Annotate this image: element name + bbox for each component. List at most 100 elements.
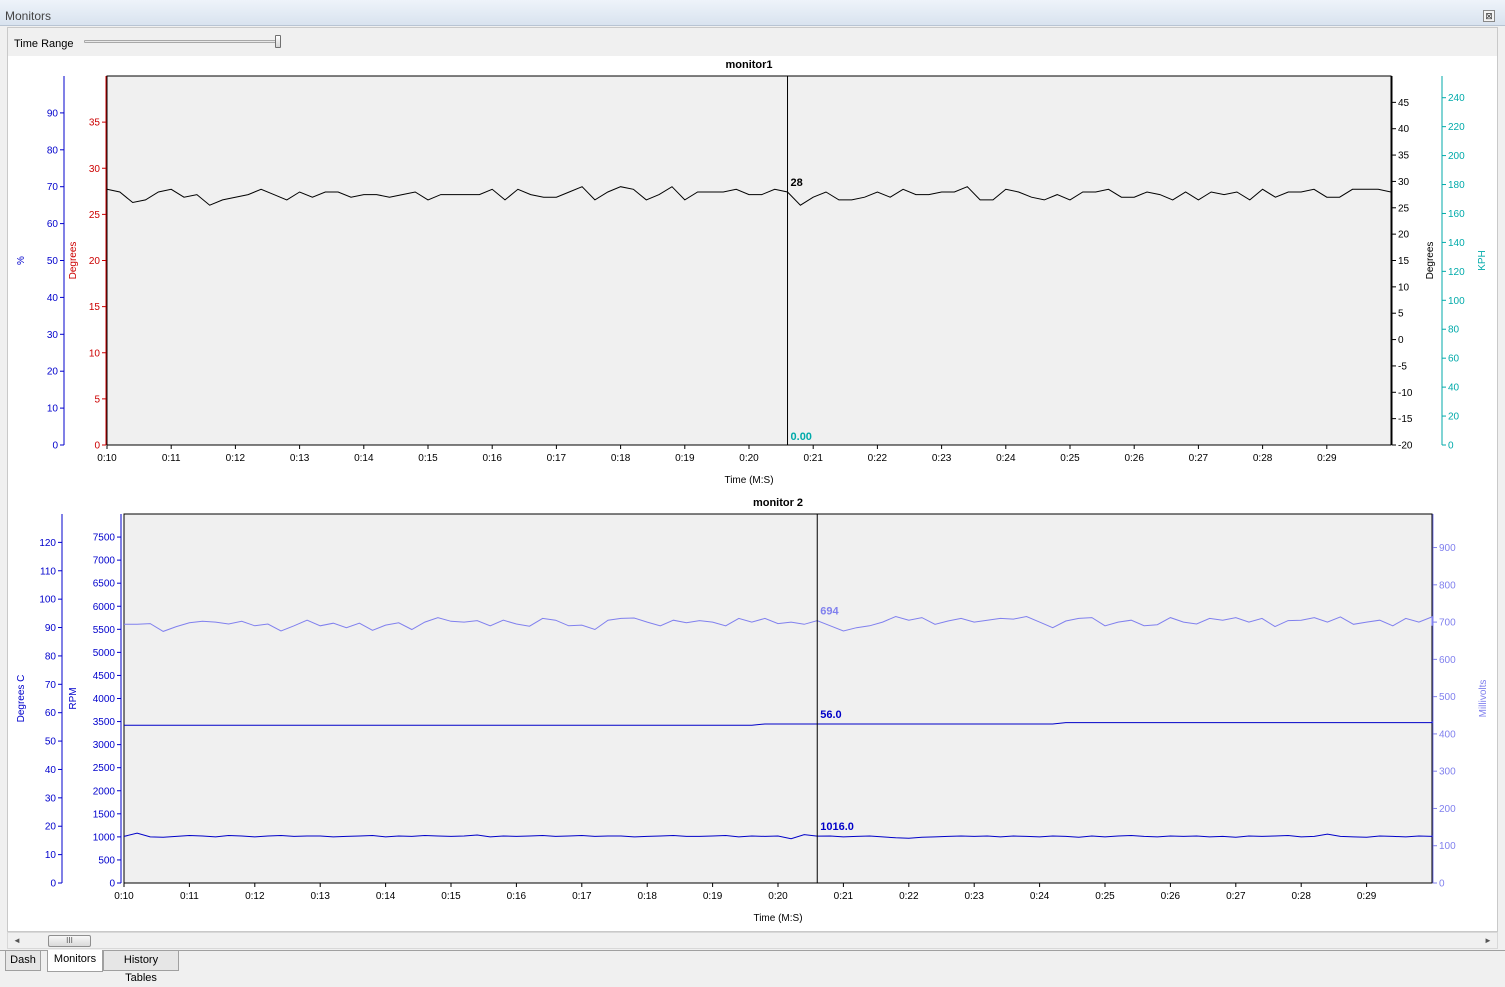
y-tick-label: 30 [47, 330, 59, 341]
x-tick-label: 0:17 [547, 453, 567, 464]
chart-title: monitor1 [725, 59, 772, 71]
bottom-tab-bar: Dash Monitors History Tables [0, 950, 1505, 984]
x-tick-label: 0:26 [1161, 891, 1181, 902]
y-tick-label: 10 [89, 348, 101, 359]
x-tick-label: 0:10 [97, 453, 117, 464]
y-tick-label: 7000 [93, 556, 116, 567]
x-tick-label: 0:21 [803, 453, 823, 464]
scroll-left-arrow-icon[interactable]: ◄ [11, 935, 23, 947]
cursor-value-label: 1016.0 [820, 821, 854, 833]
y-tick-label: 70 [45, 680, 57, 691]
x-axis-label: Time (M:S) [724, 475, 773, 486]
y-tick-label: 40 [47, 293, 59, 304]
y-tick-label: 0 [109, 879, 115, 890]
x-tick-label: 0:19 [675, 453, 695, 464]
y-tick-label: -15 [1398, 414, 1413, 425]
x-tick-label: 0:24 [996, 453, 1016, 464]
y-tick-label: 3500 [93, 717, 116, 728]
y-tick-label: 10 [1398, 282, 1410, 293]
window-title: Monitors [5, 9, 52, 23]
x-tick-label: 0:18 [637, 891, 657, 902]
y-tick-label: 5 [94, 394, 100, 405]
y-tick-label: 120 [1448, 267, 1465, 278]
y-tick-label: 30 [89, 164, 101, 175]
y-tick-label: 70 [47, 182, 59, 193]
y-tick-label: 5 [1398, 309, 1404, 320]
close-icon[interactable]: ⊠ [1483, 10, 1495, 22]
y-tick-label: 3000 [93, 740, 116, 751]
x-tick-label: 0:23 [932, 453, 952, 464]
y-tick-label: 40 [1448, 383, 1460, 394]
y-tick-label: 100 [1439, 841, 1456, 852]
y-tick-label: 140 [1448, 238, 1465, 249]
y-tick-label: 110 [40, 566, 56, 577]
y-tick-label: 2500 [93, 763, 116, 774]
x-tick-label: 0:20 [768, 891, 788, 902]
y-tick-label: 40 [1398, 124, 1410, 135]
x-tick-label: 0:13 [310, 891, 330, 902]
y-tick-label: -20 [1398, 441, 1413, 452]
y-tick-label: 700 [1439, 618, 1456, 629]
y-tick-label: 90 [47, 108, 59, 119]
x-tick-label: 0:15 [418, 453, 438, 464]
y-axis-label: % [16, 256, 27, 265]
y-tick-label: 40 [45, 765, 57, 776]
y-tick-label: 220 [1448, 122, 1465, 133]
y-tick-label: 10 [45, 850, 57, 861]
y-tick-label: 240 [1448, 93, 1465, 104]
plot-area [106, 75, 1392, 446]
y-tick-label: 900 [1439, 543, 1456, 554]
y-tick-label: 20 [1448, 412, 1460, 423]
x-axis-label: Time (M:S) [753, 913, 802, 924]
scroll-right-arrow-icon[interactable]: ► [1482, 935, 1494, 947]
scrollbar-thumb[interactable]: III [48, 935, 91, 947]
x-tick-label: 0:25 [1060, 453, 1080, 464]
y-tick-label: 0 [1448, 441, 1454, 452]
y-tick-label: 15 [89, 302, 101, 313]
y-tick-label: -5 [1398, 361, 1407, 372]
y-axis-label: Millivolts [1478, 680, 1489, 718]
y-tick-label: 0 [1439, 879, 1445, 890]
y-tick-label: 4000 [93, 694, 116, 705]
y-tick-label: 35 [1398, 151, 1410, 162]
y-axis-label: Degrees [68, 242, 79, 280]
y-tick-label: 0 [52, 441, 58, 452]
x-tick-label: 0:13 [290, 453, 310, 464]
y-tick-label: 180 [1448, 180, 1465, 191]
y-tick-label: 35 [89, 118, 101, 129]
x-tick-label: 0:28 [1253, 453, 1273, 464]
x-tick-label: 0:16 [507, 891, 527, 902]
x-tick-label: 0:25 [1095, 891, 1115, 902]
x-tick-label: 0:26 [1124, 453, 1144, 464]
y-tick-label: 300 [1439, 767, 1456, 778]
y-tick-label: 0 [94, 441, 100, 452]
y-tick-label: 120 [39, 538, 56, 549]
horizontal-scrollbar[interactable]: ◄ III ► [7, 932, 1498, 949]
x-tick-label: 0:16 [482, 453, 502, 464]
x-tick-label: 0:11 [180, 891, 199, 902]
tab-monitors[interactable]: Monitors [47, 950, 103, 972]
y-tick-label: 60 [45, 708, 57, 719]
y-tick-label: 200 [1439, 804, 1456, 815]
x-tick-label: 0:20 [739, 453, 759, 464]
monitor-charts: monitor1 0:10 0:11 0:12 0:13 0:14 0:15 0:16 0:17… [16, 59, 1489, 924]
y-tick-label: 80 [47, 145, 59, 156]
chart-title: monitor 2 [753, 497, 803, 509]
x-tick-label: 0:15 [441, 891, 461, 902]
y-tick-label: 10 [47, 404, 59, 415]
tab-history-tables[interactable]: History Tables [103, 951, 179, 984]
y-tick-label: 2000 [93, 786, 116, 797]
y-tick-label: 5000 [93, 648, 116, 659]
y-tick-label: 80 [45, 651, 57, 662]
y-tick-label: 25 [1398, 203, 1410, 214]
tab-dash[interactable]: Dash [5, 951, 41, 971]
y-tick-label: 1000 [93, 832, 116, 843]
y-tick-label: 0 [1398, 335, 1404, 346]
x-tick-label: 0:22 [868, 453, 888, 464]
y-tick-label: 800 [1439, 580, 1456, 591]
y-tick-label: 30 [45, 793, 57, 804]
y-axis-label: RPM [68, 687, 79, 709]
monitors-panel: Time Range monitor1 0:10 0:11 0:12 0:13 0:14 0… [7, 27, 1498, 932]
x-tick-label: 0:14 [376, 891, 396, 902]
y-tick-label: 80 [1448, 325, 1460, 336]
